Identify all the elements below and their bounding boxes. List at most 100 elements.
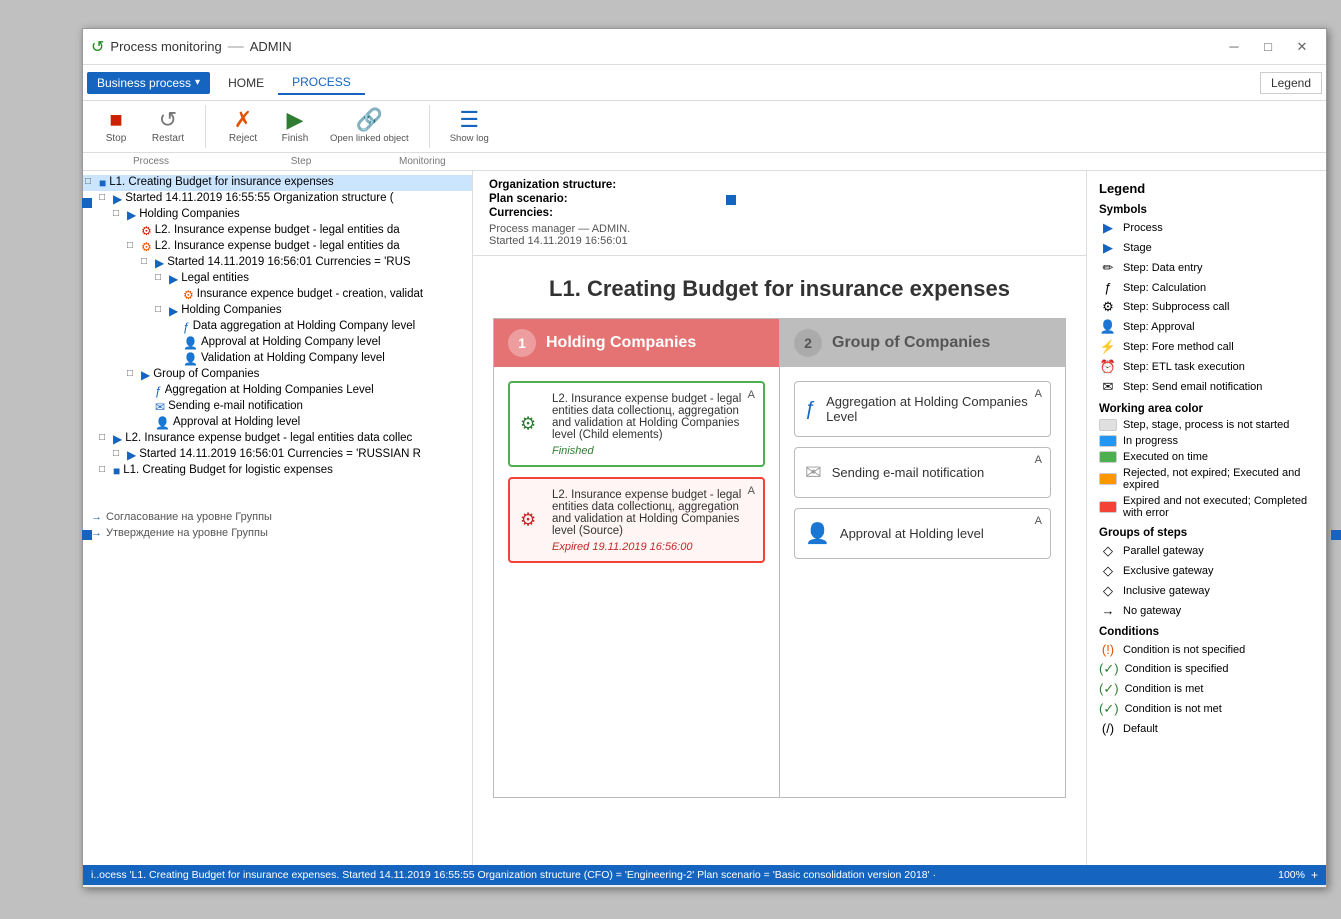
main-window: ↺ Process monitoring — ADMIN ─ □ ✕ Busin… xyxy=(82,28,1327,888)
plan-scenario-row: Plan scenario: xyxy=(489,193,1070,205)
tree-node-icon: 👤 xyxy=(183,336,198,350)
tree-panel[interactable]: □ ■ L1. Creating Budget for insurance ex… xyxy=(83,171,473,865)
reject-icon: ✗ xyxy=(234,109,252,131)
cond-spec-icon: (✓) xyxy=(1099,661,1119,677)
show-log-button[interactable]: ☰ Show log xyxy=(442,105,497,148)
inclusive-gateway-icon: ◇ xyxy=(1099,583,1117,599)
right-card-1[interactable]: A ƒ Aggregation at Holding Companies Lev… xyxy=(794,381,1051,437)
restart-button[interactable]: ↺ Restart xyxy=(143,105,193,148)
tree-toggle[interactable]: □ xyxy=(141,256,153,267)
bottom-list-item-1[interactable]: → Согласование на уровне Группы xyxy=(91,509,472,525)
main-content: □ ■ L1. Creating Budget for insurance ex… xyxy=(83,171,1326,865)
legend-colors-title: Working area color xyxy=(1099,403,1314,415)
stop-button[interactable]: ■ Stop xyxy=(91,105,141,148)
right-card-2[interactable]: A ✉ Sending e-mail notification xyxy=(794,447,1051,498)
legend-color-executed: Executed on time xyxy=(1099,451,1314,463)
left-edge-dot-2 xyxy=(82,530,92,540)
tree-item-16[interactable]: □ ▶ L2. Insurance expense budget - legal… xyxy=(83,431,472,447)
bottom-list-item-2[interactable]: → Утверждение на уровне Группы xyxy=(91,525,472,541)
finish-button[interactable]: ▶ Finish xyxy=(270,105,320,148)
tree-item-1[interactable]: □ ▶ Started 14.11.2019 16:55:55 Organiza… xyxy=(83,191,472,207)
tree-toggle[interactable]: □ xyxy=(99,464,111,475)
card-badge-2: A xyxy=(748,485,755,497)
tree-item-11[interactable]: 👤 Validation at Holding Company level xyxy=(83,351,472,367)
swimlane-body-1: A ⚙ L2. Insurance expense budget - legal… xyxy=(494,367,779,797)
tree-item-0[interactable]: □ ■ L1. Creating Budget for insurance ex… xyxy=(83,175,472,191)
tree-item-13[interactable]: ƒ Aggregation at Holding Companies Level xyxy=(83,383,472,399)
legend-item-data-entry: ✏ Step: Data entry xyxy=(1099,260,1314,276)
etl-icon: ⏰ xyxy=(1099,359,1117,375)
tree-item-18[interactable]: □ ■ L1. Creating Budget for logistic exp… xyxy=(83,463,472,479)
tree-node-icon: ✉ xyxy=(155,400,165,414)
open-linked-button[interactable]: 🔗 Open linked object xyxy=(322,105,417,148)
maximize-button[interactable]: □ xyxy=(1252,33,1284,61)
tree-toggle[interactable]: □ xyxy=(85,176,97,187)
process-card-2[interactable]: A ⚙ L2. Insurance expense budget - legal… xyxy=(508,477,765,563)
tree-node-icon: ▶ xyxy=(113,192,122,206)
right-card-3[interactable]: A 👤 Approval at Holding level xyxy=(794,508,1051,559)
tree-item-6[interactable]: □ ▶ Legal entities xyxy=(83,271,472,287)
stage-legend-icon: ▶ xyxy=(1099,240,1117,256)
tree-toggle[interactable]: □ xyxy=(113,448,125,459)
home-menu-item[interactable]: HOME xyxy=(214,72,278,94)
toolbar: ■ Stop ↺ Restart ✗ Reject ▶ Finish 🔗 Ope… xyxy=(83,101,1326,153)
app-title: Process monitoring xyxy=(110,39,221,54)
org-structure-label: Organization structure: xyxy=(489,179,616,191)
tree-item-7[interactable]: ⚙ Insurance expence budget - creation, v… xyxy=(83,287,472,303)
arrow-icon-1: → xyxy=(91,511,102,523)
tree-toggle[interactable]: □ xyxy=(99,432,111,443)
minimize-button[interactable]: ─ xyxy=(1218,33,1250,61)
tree-toggle[interactable]: □ xyxy=(155,272,167,283)
tree-node-icon: ⚙ xyxy=(141,224,152,238)
legend-item-etl: ⏰ Step: ETL task execution xyxy=(1099,359,1314,375)
tree-toggle[interactable]: □ xyxy=(113,208,125,219)
reject-button[interactable]: ✗ Reject xyxy=(218,105,268,148)
tree-toggle[interactable]: □ xyxy=(127,368,139,379)
tree-node-icon: ƒ xyxy=(183,320,190,334)
title-bar: ↺ Process monitoring — ADMIN ─ □ ✕ xyxy=(83,29,1326,65)
chevron-down-icon: ▾ xyxy=(195,77,200,88)
tree-toggle[interactable]: □ xyxy=(127,240,139,251)
swimlane-body-2: A ƒ Aggregation at Holding Companies Lev… xyxy=(780,367,1065,797)
card-icon-2: ⚙ xyxy=(520,510,536,531)
tree-item-17[interactable]: □ ▶ Started 14.11.2019 16:56:01 Currenci… xyxy=(83,447,472,463)
legend-button[interactable]: Legend xyxy=(1260,72,1322,94)
process-menu-item[interactable]: PROCESS xyxy=(278,71,365,95)
tree-item-15[interactable]: 👤 Approval at Holding level xyxy=(83,415,472,431)
tree-item-8[interactable]: □ ▶ Holding Companies xyxy=(83,303,472,319)
manager-note: Process manager — ADMIN. Started 14.11.2… xyxy=(489,223,1070,247)
business-process-menu[interactable]: Business process ▾ xyxy=(87,72,210,94)
toolbar-labels: Process Step Monitoring xyxy=(83,153,1326,171)
info-bar: Organization structure: Plan scenario: C… xyxy=(473,171,1086,256)
legend-item-fore: ⚡ Step: Fore method call xyxy=(1099,339,1314,355)
tree-item-3[interactable]: ⚙ L2. Insurance expense budget - legal e… xyxy=(83,223,472,239)
process-card-1[interactable]: A ⚙ L2. Insurance expense budget - legal… xyxy=(508,381,765,467)
tree-toggle[interactable]: □ xyxy=(155,304,167,315)
tree-toggle[interactable]: □ xyxy=(99,192,111,203)
zoom-plus-button[interactable]: + xyxy=(1311,868,1318,882)
legend-condition-met: (✓) Condition is met xyxy=(1099,681,1314,697)
diagram-area[interactable]: L1. Creating Budget for insurance expens… xyxy=(473,256,1086,865)
data-entry-icon: ✏ xyxy=(1099,260,1117,276)
tree-item-9[interactable]: ƒ Data aggregation at Holding Company le… xyxy=(83,319,472,335)
monitoring-label: Monitoring xyxy=(391,156,454,167)
tree-item-14[interactable]: ✉ Sending e-mail notification xyxy=(83,399,472,415)
tree-item-12[interactable]: □ ▶ Group of Companies xyxy=(83,367,472,383)
legend-color-expired: Expired and not executed; Completed with… xyxy=(1099,495,1314,519)
status-text: i..ocess 'L1. Creating Budget for insura… xyxy=(91,869,1278,881)
tree-node-icon: ▶ xyxy=(169,304,178,318)
tree-item-10[interactable]: 👤 Approval at Holding Company level xyxy=(83,335,472,351)
legend-panel: Legend Symbols ▶ Process ▶ Stage ✏ Step:… xyxy=(1086,171,1326,865)
tree-item-4[interactable]: □ ⚙ L2. Insurance expense budget - legal… xyxy=(83,239,472,255)
cond-met-icon: (✓) xyxy=(1099,681,1119,697)
tree-item-5[interactable]: □ ▶ Started 14.11.2019 16:56:01 Currenci… xyxy=(83,255,472,271)
swimlane-header-2: 2 Group of Companies xyxy=(780,319,1065,367)
step-group: ✗ Reject ▶ Finish 🔗 Open linked object xyxy=(218,105,430,148)
legend-conditions-title: Conditions xyxy=(1099,626,1314,638)
approval-icon: 👤 xyxy=(1099,319,1117,335)
close-button[interactable]: ✕ xyxy=(1286,33,1318,61)
tree-item-2[interactable]: □ ▶ Holding Companies xyxy=(83,207,472,223)
tree-node-icon: ƒ xyxy=(155,384,162,398)
legend-title: Legend xyxy=(1099,181,1314,196)
right-card-badge-2: A xyxy=(1035,454,1042,466)
